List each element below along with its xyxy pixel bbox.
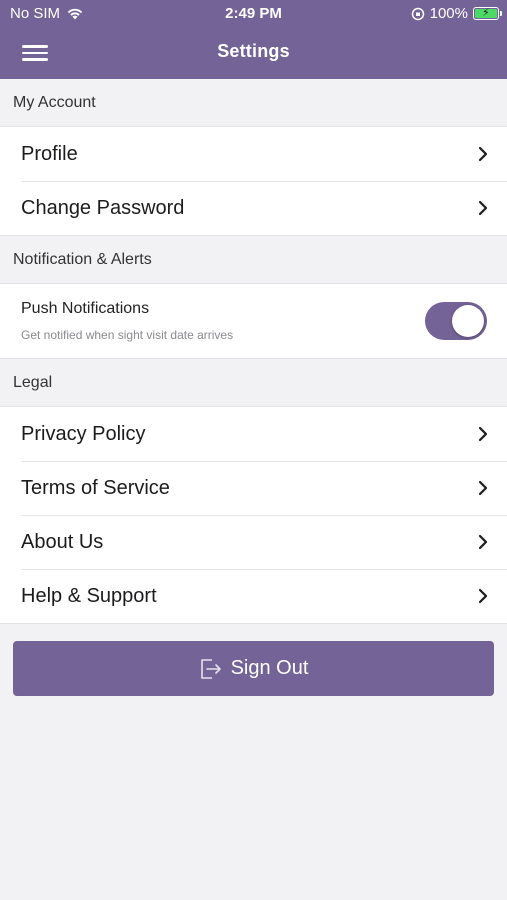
section-header-account: My Account (0, 79, 507, 126)
help-support-row[interactable]: Help & Support (0, 569, 507, 623)
chevron-right-icon (477, 426, 489, 442)
sign-out-button[interactable]: Sign Out (13, 641, 494, 696)
chevron-right-icon (477, 146, 489, 162)
chevron-right-icon (477, 588, 489, 604)
chevron-right-icon (477, 480, 489, 496)
status-right: 100% ⚡ (411, 5, 502, 22)
sign-out-label: Sign Out (230, 657, 309, 679)
toggle-knob (452, 305, 484, 337)
page-title: Settings (217, 41, 290, 61)
help-support-label: Help & Support (21, 584, 157, 607)
account-group: Profile Change Password (0, 126, 507, 236)
battery-percent: 100% (429, 5, 468, 22)
change-password-label: Change Password (21, 196, 185, 219)
status-bar: No SIM 2:49 PM 100% ⚡ (0, 0, 507, 28)
section-header-notifications: Notification & Alerts (0, 236, 507, 283)
profile-row[interactable]: Profile (0, 127, 507, 181)
push-notifications-row: Push Notifications Get notified when sig… (0, 284, 507, 358)
battery-icon: ⚡ (473, 7, 502, 20)
sign-out-icon (200, 658, 221, 679)
chevron-right-icon (477, 200, 489, 216)
profile-label: Profile (21, 142, 78, 165)
change-password-row[interactable]: Change Password (0, 181, 507, 235)
privacy-policy-row[interactable]: Privacy Policy (0, 407, 507, 461)
section-header-legal: Legal (0, 359, 507, 406)
terms-of-service-label: Terms of Service (21, 476, 170, 499)
terms-of-service-row[interactable]: Terms of Service (0, 461, 507, 515)
notifications-group: Push Notifications Get notified when sig… (0, 283, 507, 359)
push-notifications-title: Push Notifications (21, 300, 150, 317)
privacy-policy-label: Privacy Policy (21, 422, 146, 445)
about-us-row[interactable]: About Us (0, 515, 507, 569)
nav-bar: Settings (0, 28, 507, 79)
legal-group: Privacy Policy Terms of Service About Us… (0, 406, 507, 624)
signout-wrapper: Sign Out (0, 624, 507, 696)
push-notifications-subtitle: Get notified when sight visit date arriv… (21, 328, 234, 342)
about-us-label: About Us (21, 530, 104, 553)
orientation-lock-icon (411, 7, 424, 20)
top-bar: No SIM 2:49 PM 100% ⚡ Settings (0, 0, 507, 79)
push-notifications-toggle[interactable] (425, 302, 487, 340)
chevron-right-icon (477, 534, 489, 550)
push-text: Push Notifications Get notified when sig… (21, 300, 233, 342)
